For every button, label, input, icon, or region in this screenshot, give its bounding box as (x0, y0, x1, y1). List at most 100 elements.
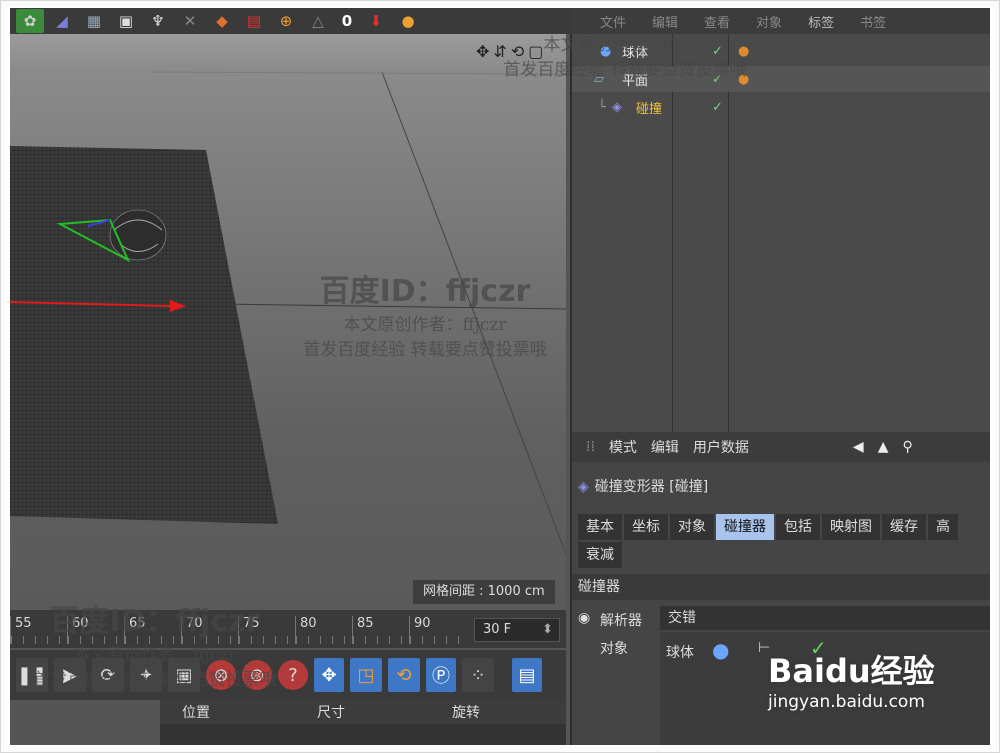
tab-basic[interactable]: 基本 (578, 514, 622, 540)
collision-deformer-icon: ◈ (612, 99, 622, 115)
timeline-tick: 65 (124, 616, 181, 644)
coordinate-manager-header: 位置 尺寸 旋转 (160, 700, 566, 724)
stepper-icon[interactable]: ⬍ (542, 619, 553, 641)
back-arrow-icon[interactable]: ◀ (853, 439, 864, 455)
viewport-scene (10, 71, 566, 555)
radio-icon[interactable]: ◉ (578, 610, 590, 626)
tab-cache[interactable]: 缓存 (882, 514, 926, 540)
tab-include[interactable]: 包括 (776, 514, 820, 540)
baidu-logo-text: Baidu经验 (768, 652, 935, 690)
menu-view[interactable]: 查看 (704, 12, 730, 31)
attribute-tabs: 基本 坐标 对象 碰撞器 包括 映射图 缓存 高 衰减 (578, 514, 990, 568)
3d-viewport[interactable]: ✥⇵⟲▢ 网格间距 : 1000 cm (10, 34, 566, 610)
coordinate-row[interactable] (160, 724, 566, 745)
camera-icon[interactable]: ▣ (112, 9, 140, 33)
dots-icon[interactable]: ⁘ (462, 658, 494, 692)
menu-file[interactable]: 文件 (600, 12, 626, 31)
record-icon[interactable]: ⊗ (206, 660, 236, 690)
rotate-icon[interactable]: ⟲ (388, 658, 420, 692)
section-header: 碰撞器 (572, 574, 990, 600)
key-icon[interactable]: ✦ (130, 658, 162, 692)
object-label: 对象 (600, 641, 628, 657)
tab-falloff[interactable]: 衰减 (578, 542, 622, 568)
step-icon[interactable]: ▶ (54, 658, 86, 692)
menu-mode[interactable]: 模式 (609, 437, 637, 457)
linked-object-name: 球体 (666, 645, 694, 661)
object-row-plane[interactable]: ▱ 平面 ✓ ● (572, 66, 990, 92)
object-name[interactable]: 球体 (622, 42, 648, 61)
attribute-menubar: ⁞⁞ 模式 编辑 用户数据 ◀ ▲ ⚲ (572, 432, 990, 462)
loop-icon[interactable]: ⟳ (92, 658, 124, 692)
coord-icon[interactable]: △ (304, 9, 332, 33)
sphere-object-icon: ● (600, 43, 612, 59)
plane-mesh (10, 146, 278, 524)
frame-icon[interactable]: ▣ (168, 658, 200, 692)
timeline-tick: 75 (238, 616, 295, 644)
move-icon[interactable]: ✥ (314, 658, 344, 692)
s-icon[interactable]: ● (394, 9, 422, 33)
axis-icon[interactable]: ⊕ (272, 9, 300, 33)
pill-icon[interactable]: ◢ (48, 9, 76, 33)
solver-select[interactable]: 交错 (660, 606, 990, 630)
object-name[interactable]: 平面 (622, 70, 648, 89)
baidu-jingyan-logo: Baidu经验 jingyan.baidu.com (768, 646, 978, 736)
param-icon[interactable]: Ⓟ (426, 658, 456, 692)
light-icon[interactable]: ♆ (144, 9, 172, 33)
sphere-icon: ● (712, 638, 730, 662)
search-icon[interactable]: ⚲ (902, 439, 912, 455)
check-icon[interactable]: ✓ (712, 44, 723, 59)
end-frame-value: 30 F (483, 622, 512, 637)
grid-spacing-readout: 网格间距 : 1000 cm (413, 580, 555, 604)
check-icon[interactable]: ✓ (712, 100, 723, 115)
tree-connector: └ (598, 99, 606, 115)
coord-position-label: 位置 (182, 705, 210, 721)
play-icon[interactable]: ❚❚ (16, 658, 48, 692)
menu-edit[interactable]: 编辑 (652, 12, 678, 31)
grip-icon: ⁞⁞ (586, 439, 595, 455)
sphere-icon[interactable]: ✿ (16, 9, 44, 33)
timeline-tick: 70 (181, 616, 238, 644)
menu-bookmark[interactable]: 书签 (860, 12, 886, 31)
end-frame-field[interactable]: 30 F ⬍ (474, 618, 560, 642)
object-row-sphere[interactable]: ● 球体 ✓ ● (572, 38, 990, 64)
object-name[interactable]: 碰撞 (636, 98, 662, 117)
menu-object[interactable]: 对象 (756, 12, 782, 31)
tag-icon[interactable]: ▤ (240, 9, 268, 33)
cinema4d-window: ✿ ◢ ▦ ▣ ♆ ✕ ◆ ▤ ⊕ △ 0 ⬇ ● 文件 编辑 查看 对象 标签… (10, 8, 990, 745)
solver-label: 解析器 (600, 613, 642, 629)
baidu-url: jingyan.baidu.com (768, 692, 925, 712)
check-icon[interactable]: ✓ (712, 72, 723, 87)
material-tag-icon[interactable]: ● (738, 72, 749, 87)
tab-more[interactable]: 高 (928, 514, 958, 540)
timeline-tick: 80 (295, 616, 352, 644)
coord-size-label: 尺寸 (317, 705, 345, 721)
arrow-down-icon[interactable]: ⬇ (362, 9, 390, 33)
timeline-tick: 60 (67, 616, 124, 644)
object-row-collision[interactable]: └ ◈ 碰撞 ✓ (572, 94, 990, 120)
transport-bar: ❚❚ ▶ ⟳ ✦ ▣ ⊗ ⊛ ? ✥ ◳ ⟲ Ⓟ ⁘ ▤ (10, 650, 566, 700)
film-icon[interactable]: ▤ (512, 658, 542, 692)
help-icon[interactable]: ? (278, 660, 308, 690)
timeline-tick: 55 (10, 616, 67, 644)
tab-map[interactable]: 映射图 (822, 514, 880, 540)
tab-coord[interactable]: 坐标 (624, 514, 668, 540)
tab-collider[interactable]: 碰撞器 (716, 514, 774, 540)
path-icon[interactable]: ✕ (176, 9, 204, 33)
collision-deformer-icon: ◈ (578, 479, 589, 495)
solver-row: ◉ 解析器 交错 (572, 604, 990, 634)
menu-userdata[interactable]: 用户数据 (693, 437, 749, 457)
tab-object[interactable]: 对象 (670, 514, 714, 540)
grid-icon[interactable]: ▦ (80, 9, 108, 33)
scale-icon[interactable]: ◳ (350, 658, 382, 692)
object-manager: ● 球体 ✓ ● ▱ 平面 ✓ ● └ ◈ 碰撞 ✓ (570, 34, 990, 432)
counter: 0 (341, 12, 353, 30)
autokey-icon[interactable]: ⊛ (242, 660, 272, 690)
menu-tag[interactable]: 标签 (808, 12, 834, 31)
material-tag-icon[interactable]: ● (738, 44, 749, 59)
cube-icon[interactable]: ◆ (208, 9, 236, 33)
main-toolbar: ✿ ◢ ▦ ▣ ♆ ✕ ◆ ▤ ⊕ △ 0 ⬇ ● (10, 8, 570, 34)
timeline-tick: 90 (409, 616, 466, 644)
cursor-icon[interactable]: ▲ (878, 439, 889, 455)
coord-rotation-label: 旋转 (452, 705, 480, 721)
menu-edit[interactable]: 编辑 (651, 437, 679, 457)
